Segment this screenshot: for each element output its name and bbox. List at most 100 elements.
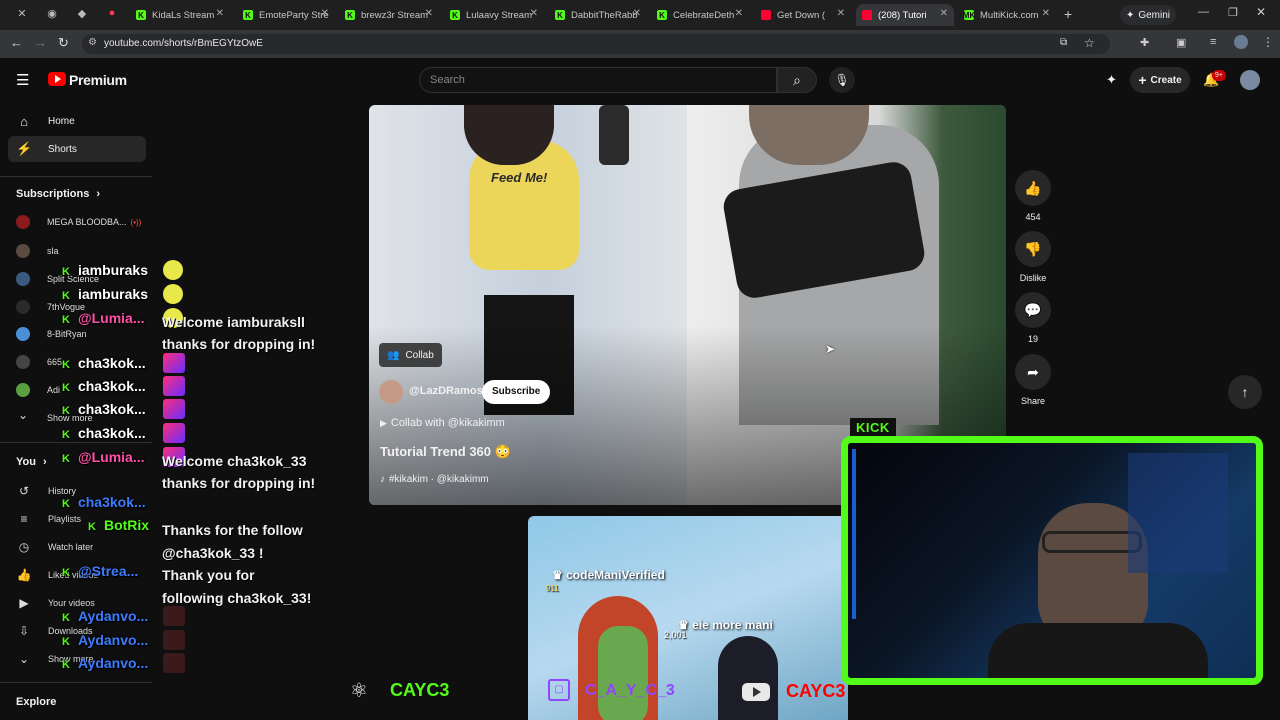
dislike-button[interactable]: 👎 Dislike xyxy=(1012,231,1054,283)
media-controls-icon[interactable]: ≡ xyxy=(1210,36,1216,48)
pinned-tab-icon[interactable]: ● xyxy=(104,7,120,23)
extensions-icon[interactable]: ✚ xyxy=(1140,36,1149,49)
browser-menu-icon[interactable]: ⋮ xyxy=(1262,35,1274,49)
channel-avatar xyxy=(16,355,30,369)
url-text: youtube.com/shorts/rBmEGYtzOwE xyxy=(104,38,263,49)
gemini-button[interactable]: ✦ Gemini xyxy=(1120,5,1176,25)
you-item[interactable]: ≡ Playlists xyxy=(16,508,81,530)
share-button[interactable]: ➦ Share xyxy=(1012,354,1054,406)
overlay-points: 2,001 xyxy=(664,630,687,640)
close-tab-icon[interactable]: ✕ xyxy=(735,8,743,19)
notification-badge: 9+ xyxy=(1212,70,1226,81)
subscriptions-heading[interactable]: Subscriptions › xyxy=(16,188,100,200)
site-info-icon[interactable]: ⚙ xyxy=(88,37,97,48)
you-heading[interactable]: You › xyxy=(16,456,47,468)
browser-tab[interactable]: K CelebrateDeth ✕ xyxy=(651,4,749,26)
streamer-shirt xyxy=(988,623,1208,678)
pinned-tab-icon[interactable]: ◉ xyxy=(44,7,60,23)
maximize-button[interactable]: ❐ xyxy=(1228,6,1238,19)
short-tags[interactable]: ♪ #kikakim · @kikakimm xyxy=(380,474,489,485)
url-bar[interactable]: ⚙ youtube.com/shorts/rBmEGYtzOwE ☆ ⧉ xyxy=(82,34,1110,54)
chat-message: Thanks for the follow @cha3kok_33 ! Thank … xyxy=(162,522,312,606)
close-tab-icon[interactable]: ✕ xyxy=(1042,8,1050,19)
browser-tab[interactable]: (208) Tutori ✕ xyxy=(856,4,954,26)
led-strip xyxy=(852,449,856,619)
sidebar-divider xyxy=(0,442,152,443)
like-button[interactable]: 👍 454 xyxy=(1012,170,1054,222)
collab-chip[interactable]: 👥 Collab xyxy=(379,343,442,367)
close-window-button[interactable]: ✕ xyxy=(1256,5,1266,19)
browser-tab[interactable]: K KidaLs Stream ✕ xyxy=(130,4,230,26)
pinned-tab-icon[interactable]: ◆ xyxy=(74,7,90,23)
search-button[interactable]: ⌕ xyxy=(777,67,817,93)
chat-username: Kcha3kok... xyxy=(62,401,146,417)
split-view-icon[interactable]: ▣ xyxy=(1176,36,1186,49)
browser-tab[interactable]: MK MultiKick.com ✕ xyxy=(958,4,1056,26)
multikick-icon: MK xyxy=(962,10,976,20)
close-tab-icon[interactable]: ✕ xyxy=(321,8,329,19)
create-button[interactable]: + Create xyxy=(1130,67,1190,93)
bookmark-star-icon[interactable]: ☆ xyxy=(1084,36,1095,50)
youtube-icon xyxy=(742,683,770,701)
close-tab-icon[interactable]: ✕ xyxy=(425,8,433,19)
chat-badge-icon xyxy=(163,284,183,304)
close-tab-icon[interactable]: ✕ xyxy=(633,8,641,19)
home-icon: ⌂ xyxy=(20,113,28,129)
subscription-item[interactable]: MEGA BLOODBA... (•)) xyxy=(16,211,141,233)
subscription-item[interactable]: 8-BitRyan xyxy=(16,323,87,345)
sidebar-item-home[interactable]: ⌂ Home xyxy=(8,108,146,134)
youtube-logo-icon[interactable] xyxy=(48,72,66,86)
downloads-icon: ⇩ xyxy=(18,624,30,638)
collab-with-link[interactable]: ▶ Collab with @kikakimm xyxy=(380,417,505,429)
atom-logo-icon: ⚛ xyxy=(350,680,368,702)
watch-later-icon: ◷ xyxy=(18,540,30,554)
character-dark-hair xyxy=(718,636,778,720)
chat-username: K @Lumia... xyxy=(62,310,145,326)
close-tab-icon[interactable]: ✕ xyxy=(530,8,538,19)
kick-logo: KICK xyxy=(850,418,896,438)
sidebar-item-shorts[interactable]: ⚡ Shorts xyxy=(8,136,146,162)
close-tab-icon[interactable]: ✕ xyxy=(837,8,845,19)
back-button[interactable]: ← xyxy=(10,35,23,50)
subscription-item[interactable]: 665 xyxy=(16,351,62,373)
chat-username: K Aydanvo... xyxy=(62,632,149,648)
chat-message: Welcome iamburaksll thanks for dropping i… xyxy=(162,314,316,352)
browser-tab[interactable]: K Lulaavy Stream ✕ xyxy=(444,4,544,26)
browser-tab[interactable]: Get Down (✕ xyxy=(755,4,851,26)
hamburger-menu-icon[interactable]: ☰ xyxy=(16,71,29,89)
channel-name[interactable]: @LazDRamos xyxy=(409,385,483,397)
voice-search-button[interactable]: 🎙 xyxy=(829,67,855,93)
close-tab-icon[interactable]: ✕ xyxy=(940,8,948,19)
you-item[interactable]: ◷ Watch later xyxy=(16,536,93,558)
reload-button[interactable]: ↻ xyxy=(58,35,69,51)
playlists-icon: ≡ xyxy=(20,512,28,526)
channel-avatar[interactable] xyxy=(379,380,403,404)
shorts-icon: ⚡ xyxy=(16,141,33,156)
previous-short-button[interactable]: ↑ xyxy=(1228,375,1262,409)
youtube-premium-logo[interactable]: Premium xyxy=(69,72,127,88)
forward-button[interactable]: → xyxy=(34,35,47,50)
chat-badge-icon xyxy=(163,260,183,280)
profile-avatar[interactable] xyxy=(1234,35,1248,49)
crown-icon: ♛ xyxy=(552,568,563,582)
music-note-icon: ♪ xyxy=(380,474,385,485)
close-tab-icon[interactable]: ✕ xyxy=(216,8,224,19)
chat-username: K Aydanvo... xyxy=(62,608,149,624)
browser-tab[interactable]: K DabbitTheRabb ✕ xyxy=(549,4,647,26)
browser-tab[interactable]: K EmoteParty Stre ✕ xyxy=(237,4,335,26)
ai-sparkle-icon[interactable]: ✦ xyxy=(1106,72,1117,88)
subscription-item[interactable]: Adi xyxy=(16,379,60,401)
minimize-button[interactable]: — xyxy=(1198,6,1209,18)
search-input[interactable]: Search xyxy=(419,67,777,93)
comments-button[interactable]: 💬 19 xyxy=(1012,292,1054,344)
overlay-username: ♛ eie more mani xyxy=(678,618,773,632)
new-tab-button[interactable]: + xyxy=(1064,6,1072,22)
subscription-item[interactable]: sla xyxy=(16,240,59,262)
comment-icon: 💬 xyxy=(1015,292,1051,328)
account-avatar[interactable] xyxy=(1240,70,1260,90)
subscribe-button[interactable]: Subscribe xyxy=(482,380,551,404)
wall-poster xyxy=(1128,453,1228,573)
pinned-tab-icon[interactable]: ✕ xyxy=(14,7,30,23)
install-app-icon[interactable]: ⧉ xyxy=(1060,37,1067,48)
browser-tab[interactable]: Kbrewz3r Stream ✕ xyxy=(339,4,439,26)
